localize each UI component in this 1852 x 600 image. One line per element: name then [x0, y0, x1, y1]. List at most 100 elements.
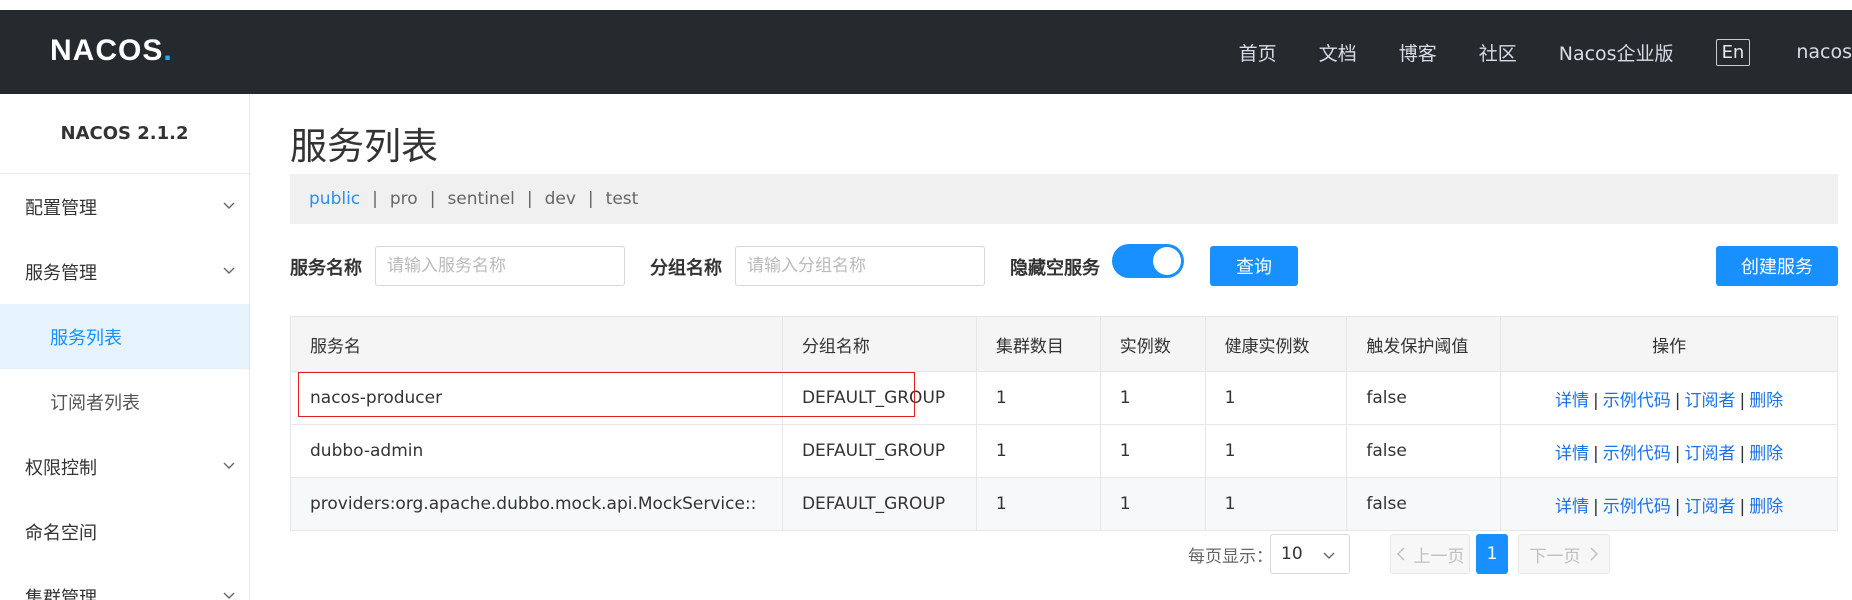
sidebar-item-label: 配置管理 — [25, 197, 97, 219]
instance-count-cell: 1 — [1100, 424, 1206, 478]
healthy-count-cell: 1 — [1205, 424, 1348, 478]
chevron-left-icon — [1396, 547, 1405, 561]
sidebar-item-label: 订阅者列表 — [50, 392, 140, 414]
sample-code-link[interactable]: 示例代码 — [1603, 391, 1671, 411]
service-name-cell: dubbo-admin — [290, 424, 783, 478]
namespace-public[interactable]: public — [309, 189, 360, 209]
group-name-input[interactable] — [735, 246, 985, 286]
per-page-label: 每页显示： — [1188, 547, 1273, 567]
nav-community[interactable]: 社区 — [1479, 39, 1517, 66]
namespace-dev[interactable]: dev — [545, 189, 576, 209]
user-menu[interactable]: nacos — [1796, 41, 1852, 63]
nav-docs[interactable]: 文档 — [1319, 39, 1357, 66]
prev-page-label: 上一页 — [1413, 546, 1465, 567]
operations-cell: 详情 | 示例代码 | 订阅者 | 删除 — [1500, 424, 1838, 478]
chevron-down-icon — [223, 267, 235, 274]
subscriber-link[interactable]: 订阅者 — [1684, 391, 1735, 411]
sidebar-item-auth[interactable]: 权限控制 — [0, 434, 249, 499]
column-header: 分组名称 — [782, 316, 977, 372]
operations-cell: 详情 | 示例代码 | 订阅者 | 删除 — [1500, 371, 1838, 425]
subscriber-link[interactable]: 订阅者 — [1684, 444, 1735, 464]
table-row: nacos-producer DEFAULT_GROUP 1 1 1 false… — [290, 371, 1838, 425]
chevron-down-icon — [223, 462, 235, 469]
nav-enterprise[interactable]: Nacos企业版 — [1559, 39, 1674, 66]
sidebar-item-service-list[interactable]: 服务列表 — [0, 304, 249, 369]
column-header: 健康实例数 — [1205, 316, 1348, 372]
column-header: 集群数目 — [976, 316, 1101, 372]
delete-link[interactable]: 删除 — [1749, 444, 1783, 464]
threshold-cell: false — [1346, 371, 1502, 425]
chevron-right-icon — [1589, 547, 1598, 561]
sidebar-item-label: 权限控制 — [25, 457, 97, 479]
instance-count-cell: 1 — [1100, 477, 1206, 531]
next-page-label: 下一页 — [1529, 546, 1581, 567]
group-name-label: 分组名称 — [650, 258, 722, 279]
nav-home[interactable]: 首页 — [1239, 39, 1277, 66]
sidebar-item-namespace[interactable]: 命名空间 — [0, 499, 249, 564]
sidebar-item-label: 服务列表 — [50, 327, 122, 349]
healthy-count-cell: 1 — [1205, 477, 1348, 531]
version-label: NACOS 2.1.2 — [0, 94, 249, 174]
hide-empty-label: 隐藏空服务 — [1010, 258, 1100, 279]
subscriber-link[interactable]: 订阅者 — [1684, 497, 1735, 517]
page-title: 服务列表 — [290, 125, 438, 168]
next-page-button[interactable]: 下一页 — [1518, 534, 1610, 574]
per-page-value: 10 — [1281, 544, 1303, 564]
chevron-down-icon — [223, 592, 235, 599]
query-button[interactable]: 查询 — [1210, 246, 1298, 286]
sidebar-item-label: 服务管理 — [25, 262, 97, 284]
delete-link[interactable]: 删除 — [1749, 497, 1783, 517]
service-name-cell: nacos-producer — [290, 371, 783, 425]
toggle-knob — [1153, 247, 1181, 275]
prev-page-button[interactable]: 上一页 — [1390, 534, 1470, 574]
service-name-label: 服务名称 — [290, 258, 362, 279]
sidebar-item-label: 命名空间 — [25, 522, 97, 544]
sidebar-item-label: 集群管理 — [25, 587, 97, 600]
per-page-select[interactable]: 10 — [1270, 534, 1350, 574]
cluster-count-cell: 1 — [976, 371, 1101, 425]
service-name-cell: providers:org.apache.dubbo.mock.api.Mock… — [290, 477, 783, 531]
cluster-count-cell: 1 — [976, 424, 1101, 478]
detail-link[interactable]: 详情 — [1555, 444, 1589, 464]
sample-code-link[interactable]: 示例代码 — [1603, 497, 1671, 517]
nav-blog[interactable]: 博客 — [1399, 39, 1437, 66]
nacos-logo[interactable]: NACOS. — [50, 34, 173, 68]
sample-code-link[interactable]: 示例代码 — [1603, 444, 1671, 464]
namespace-sentinel[interactable]: sentinel — [447, 189, 514, 209]
top-nav: 首页 文档 博客 社区 Nacos企业版 En nacos — [1239, 10, 1852, 94]
operations-cell: 详情 | 示例代码 | 订阅者 | 删除 — [1500, 477, 1838, 531]
chevron-down-icon — [1323, 552, 1335, 559]
instance-count-cell: 1 — [1100, 371, 1206, 425]
namespace-pro[interactable]: pro — [390, 189, 418, 209]
sidebar: NACOS 2.1.2 配置管理 服务管理 服务列表 订阅者列表 权限控制 命名… — [0, 94, 250, 600]
detail-link[interactable]: 详情 — [1555, 391, 1589, 411]
delete-link[interactable]: 删除 — [1749, 391, 1783, 411]
group-cell: DEFAULT_GROUP — [782, 371, 977, 425]
namespace-bar: public | pro | sentinel | dev | test — [290, 174, 1838, 224]
column-header: 操作 — [1500, 316, 1838, 372]
detail-link[interactable]: 详情 — [1555, 497, 1589, 517]
sidebar-item-cluster[interactable]: 集群管理 — [0, 564, 249, 600]
filter-bar: 服务名称 分组名称 隐藏空服务 查询 创建服务 — [290, 244, 1840, 288]
hide-empty-toggle[interactable] — [1112, 244, 1184, 278]
column-header: 触发保护阈值 — [1346, 316, 1502, 372]
top-header: NACOS. 首页 文档 博客 社区 Nacos企业版 En nacos — [0, 10, 1852, 94]
sidebar-item-subscriber-list[interactable]: 订阅者列表 — [0, 369, 249, 434]
group-cell: DEFAULT_GROUP — [782, 424, 977, 478]
service-name-input[interactable] — [375, 246, 625, 286]
namespace-test[interactable]: test — [606, 189, 639, 209]
threshold-cell: false — [1346, 424, 1502, 478]
sidebar-item-config[interactable]: 配置管理 — [0, 174, 249, 239]
create-service-button[interactable]: 创建服务 — [1716, 246, 1838, 286]
healthy-count-cell: 1 — [1205, 371, 1348, 425]
column-header: 服务名 — [290, 316, 783, 372]
main-content: 服务列表 public | pro | sentinel | dev | tes… — [290, 94, 1840, 600]
service-table: 服务名 分组名称 集群数目 实例数 健康实例数 触发保护阈值 操作 nacos-… — [290, 316, 1838, 531]
page-number-current[interactable]: 1 — [1476, 534, 1508, 574]
sidebar-item-service[interactable]: 服务管理 — [0, 239, 249, 304]
table-row: providers:org.apache.dubbo.mock.api.Mock… — [290, 477, 1838, 531]
language-switch[interactable]: En — [1715, 38, 1751, 66]
cluster-count-cell: 1 — [976, 477, 1101, 531]
pagination: 每页显示： 10 上一页 1 下一页 — [290, 534, 1840, 574]
chevron-down-icon — [223, 202, 235, 209]
